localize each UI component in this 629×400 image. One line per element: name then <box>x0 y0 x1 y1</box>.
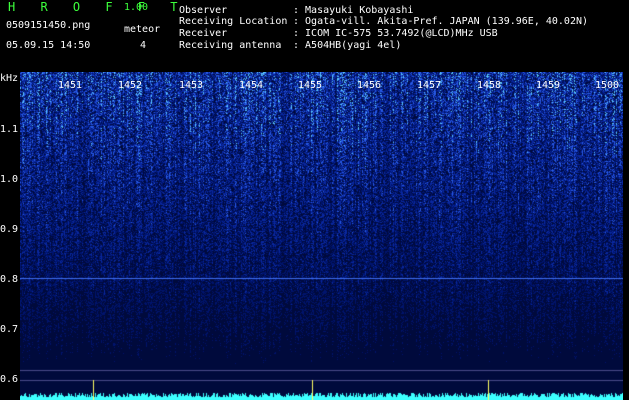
time-label: 1451 <box>58 80 83 91</box>
time-label: 1456 <box>357 80 382 91</box>
y-tick-label: 1.1 <box>0 124 19 135</box>
spectrogram-canvas <box>20 72 623 400</box>
info-value-antenna: : A504HB(yagi 4el) <box>293 40 402 51</box>
time-label: 1500 <box>595 80 620 91</box>
date-time: 05.09.15 14:50 <box>6 40 91 51</box>
info-label-antenna: Receiving antenna <box>179 40 282 51</box>
y-tick-label: 0.7 <box>0 324 19 335</box>
app-brand: H R O F F T <box>8 0 187 14</box>
y-tick-label: 1.0 <box>0 174 19 185</box>
time-label: 1453 <box>179 80 204 91</box>
y-tick-label: 0.6 <box>0 374 19 385</box>
time-label: 1452 <box>118 80 143 91</box>
time-label: 1458 <box>477 80 502 91</box>
info-value-location: : Ogata-vill. Akita-Pref. JAPAN (139.96E… <box>293 16 589 27</box>
time-label: 1457 <box>417 80 442 91</box>
time-label: 1454 <box>239 80 264 91</box>
meteor-count: 4 <box>140 40 147 51</box>
time-label: 1459 <box>536 80 561 91</box>
info-label-location: Receiving Location <box>179 16 288 27</box>
info-value-receiver: : ICOM IC-575 53.7492(@LCD)MHz USB <box>293 28 498 39</box>
y-tick-label: 0.9 <box>0 224 19 235</box>
time-label: 1455 <box>298 80 323 91</box>
y-tick-label: 0.8 <box>0 274 19 285</box>
file-name: 0509151450.png <box>6 20 91 31</box>
info-label-receiver: Receiver <box>179 28 228 39</box>
app-version: 1.00 <box>124 2 149 13</box>
meteor-label: meteor <box>124 24 161 35</box>
y-axis-unit: kHz <box>0 73 19 84</box>
